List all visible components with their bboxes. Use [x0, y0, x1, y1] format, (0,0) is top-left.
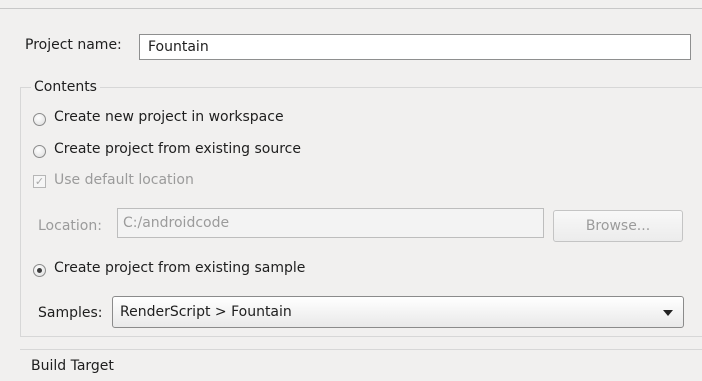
- top-divider: [0, 8, 702, 9]
- project-name-input[interactable]: Fountain: [139, 34, 691, 60]
- browse-button[interactable]: Browse...: [553, 210, 683, 242]
- radio-label: Create project from existing source: [54, 141, 301, 157]
- checkmark-icon: ✓: [33, 175, 46, 188]
- location-label: Location:: [38, 218, 102, 234]
- samples-combo[interactable]: RenderScript > Fountain: [112, 296, 684, 328]
- chevron-down-icon[interactable]: [663, 310, 673, 316]
- build-target-divider: [20, 349, 702, 350]
- radio-label: Create project from existing sample: [54, 260, 306, 276]
- radio-button-selected[interactable]: [33, 264, 46, 277]
- radio-button[interactable]: [33, 145, 46, 158]
- radio-button[interactable]: [33, 113, 46, 126]
- samples-selected-value: RenderScript > Fountain: [120, 304, 292, 320]
- build-target-title: Build Target: [31, 358, 114, 374]
- samples-label: Samples:: [38, 305, 103, 321]
- project-name-label: Project name:: [25, 37, 122, 53]
- radio-label: Create new project in workspace: [54, 109, 284, 125]
- use-default-location-label: Use default location: [54, 172, 194, 188]
- location-field[interactable]: C:/androidcode: [117, 208, 544, 238]
- contents-group-title: Contents: [31, 79, 100, 95]
